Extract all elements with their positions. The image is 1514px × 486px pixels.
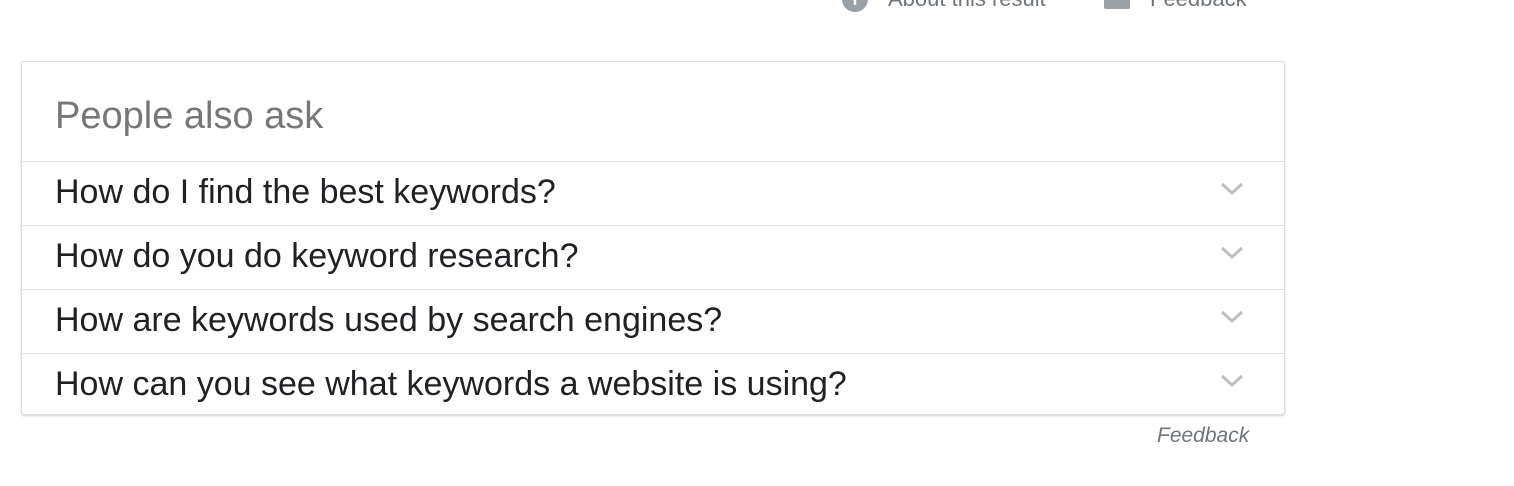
question-item-2[interactable]: How do you do keyword research? [22,225,1284,289]
feedback-top-label: Feedback [1150,0,1247,12]
question-text: How do you do keyword research? [55,237,579,275]
chevron-down-icon [1220,181,1244,199]
question-text: How are keywords used by search engines? [55,301,723,339]
question-text: How do I find the best keywords? [55,173,556,211]
question-item-4[interactable]: How can you see what keywords a website … [22,353,1284,417]
feedback-icon [1104,0,1130,9]
question-item-3[interactable]: How are keywords used by search engines? [22,289,1284,353]
people-also-ask-card: People also ask How do I find the best k… [21,61,1285,415]
question-list: How do I find the best keywords? How do … [22,161,1284,417]
feedback-link-bottom[interactable]: Feedback [1157,424,1249,448]
question-item-1[interactable]: How do I find the best keywords? [22,161,1284,225]
question-text: How can you see what keywords a website … [55,365,847,403]
info-icon: i [842,0,868,12]
about-this-result-link[interactable]: i About this result [842,0,1046,12]
feedback-link-top[interactable]: Feedback [1104,0,1247,12]
result-actions-bar: i About this result Feedback [0,0,1514,16]
about-this-result-label: About this result [888,0,1046,12]
people-also-ask-title: People also ask [55,95,324,137]
chevron-down-icon [1220,309,1244,327]
chevron-down-icon [1220,373,1244,391]
chevron-down-icon [1220,245,1244,263]
